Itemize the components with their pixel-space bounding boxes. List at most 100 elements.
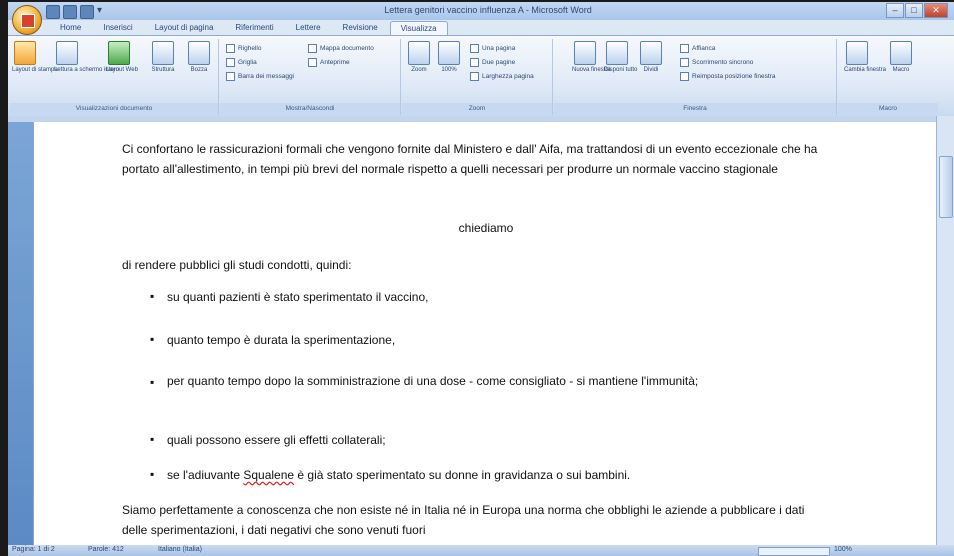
group-label: Finestra: [554, 103, 836, 114]
list-item: per quanto tempo dopo la somministrazion…: [167, 374, 699, 388]
ribbon-tabs: Home Inserisci Layout di pagina Riferime…: [50, 21, 448, 35]
draft-icon: [188, 41, 210, 65]
tab-view[interactable]: Visualizza: [389, 21, 448, 35]
paragraph-conclusion: Siamo perfettamente a conoscenza che non…: [122, 503, 805, 537]
list-item-text: se l'adiuvante: [167, 468, 244, 482]
outline-button[interactable]: Struttura: [150, 41, 176, 74]
tab-page-layout[interactable]: Layout di pagina: [145, 21, 224, 35]
bullet-icon: ▪: [150, 432, 155, 446]
minimize-button[interactable]: –: [886, 3, 904, 18]
zoom-slider[interactable]: [758, 547, 830, 556]
language-indicator[interactable]: Italiano (Italia): [158, 546, 202, 553]
zoom-level[interactable]: 100%: [834, 546, 852, 553]
document-map-checkbox[interactable]: Mappa documento: [308, 43, 374, 53]
two-pages-icon: [470, 57, 479, 67]
web-layout-button[interactable]: Layout Web: [106, 41, 138, 74]
tab-references[interactable]: Riferimenti: [225, 21, 283, 35]
outline-icon: [152, 41, 174, 65]
group-show-hide: Righello Griglia Barra dei messaggi Mapp…: [220, 39, 401, 115]
quick-access-toolbar: ▾: [46, 5, 103, 19]
screen-frame: ▾ Lettera genitori vaccino influenza A -…: [0, 0, 954, 556]
reset-window-icon: [680, 71, 689, 81]
vertical-scrollbar[interactable]: [936, 116, 954, 545]
page-width-button[interactable]: Larghezza pagina: [470, 71, 534, 81]
paragraph-chiediamo: chiediamo: [458, 221, 514, 235]
split-button[interactable]: Dividi: [638, 41, 664, 74]
spelling-error-word[interactable]: Squalene: [243, 468, 294, 482]
checkbox-icon: [308, 57, 317, 67]
group-label: Zoom: [402, 103, 552, 114]
group-window: Nuova finestra Disponi tutto Dividi Affi…: [554, 39, 837, 115]
list-item-text: è già stato sperimentato su donne in gra…: [294, 468, 631, 482]
bullet-icon: ▪: [150, 467, 155, 481]
customize-qat-icon[interactable]: ▾: [97, 5, 103, 17]
reset-window-position-button[interactable]: Reimposta posizione finestra: [680, 71, 775, 81]
list-item: quali possono essere gli effetti collate…: [167, 433, 386, 447]
group-label: Visualizzazioni documento: [10, 103, 218, 114]
scrollbar-thumb[interactable]: [939, 156, 953, 218]
arrange-all-button[interactable]: Disponi tutto: [604, 41, 637, 74]
full-screen-reading-button[interactable]: Lettura a schermo intero: [54, 41, 119, 74]
group-macro: Cambia finestra Macro Macro: [838, 39, 938, 115]
sync-scroll-icon: [680, 57, 689, 67]
macros-button[interactable]: Macro: [888, 41, 914, 74]
title-bar: ▾ Lettera genitori vaccino influenza A -…: [8, 2, 954, 20]
one-page-icon: [470, 43, 479, 53]
window-title: Lettera genitori vaccino influenza A - M…: [384, 5, 592, 15]
checkbox-icon: [226, 71, 235, 81]
switch-windows-icon: [846, 41, 868, 65]
group-zoom: Zoom 100% Una pagina Due pagine Larghezz…: [402, 39, 553, 115]
bullet-icon: ▪: [150, 289, 155, 303]
gridlines-checkbox[interactable]: Griglia: [226, 57, 257, 67]
checkbox-icon: [308, 43, 317, 53]
word-window: ▾ Lettera genitori vaccino influenza A -…: [8, 2, 954, 556]
side-by-side-button[interactable]: Affianca: [680, 43, 715, 53]
undo-icon[interactable]: [63, 5, 77, 19]
tab-insert[interactable]: Inserisci: [93, 21, 142, 35]
bullet-icon: ▪: [150, 375, 155, 389]
group-document-views: Layout di stampa Lettura a schermo inter…: [10, 39, 219, 115]
list-item: se l'adiuvante Squalene è già stato sper…: [167, 466, 847, 484]
ribbon: Layout di stampa Lettura a schermo inter…: [8, 35, 954, 117]
new-window-button[interactable]: Nuova finestra: [572, 41, 611, 74]
synchronous-scrolling-button[interactable]: Scorrimento sincrono: [680, 57, 753, 67]
print-layout-button[interactable]: Layout di stampa: [12, 41, 58, 74]
side-by-side-icon: [680, 43, 689, 53]
maximize-button[interactable]: □: [905, 3, 923, 18]
window-controls: – □ ✕: [886, 3, 948, 18]
office-button[interactable]: [12, 5, 42, 35]
full-screen-reading-icon: [56, 41, 78, 65]
group-label: Macro: [838, 103, 938, 114]
list-item: su quanti pazienti è stato sperimentato …: [167, 290, 429, 304]
redo-icon[interactable]: [80, 5, 94, 19]
two-pages-button[interactable]: Due pagine: [470, 57, 515, 67]
message-bar-checkbox[interactable]: Barra dei messaggi: [226, 71, 294, 81]
document-page[interactable]: Ci confortano le rassicurazioni formali …: [33, 122, 939, 556]
word-count[interactable]: Parole: 412: [88, 546, 124, 553]
save-icon[interactable]: [46, 5, 60, 19]
zoom-button[interactable]: Zoom: [406, 41, 432, 74]
page-count[interactable]: Pagina: 1 di 2: [12, 546, 55, 553]
ruler-checkbox[interactable]: Righello: [226, 43, 262, 53]
bullet-icon: ▪: [150, 332, 155, 346]
draft-button[interactable]: Bozza: [186, 41, 212, 74]
group-label: Mostra/Nascondi: [220, 103, 400, 114]
macros-icon: [890, 41, 912, 65]
one-page-button[interactable]: Una pagina: [470, 43, 515, 53]
print-layout-icon: [14, 41, 36, 65]
tab-review[interactable]: Revisione: [333, 21, 388, 35]
tab-home[interactable]: Home: [50, 21, 91, 35]
page-width-icon: [470, 71, 479, 81]
checkbox-icon: [226, 43, 235, 53]
switch-windows-button[interactable]: Cambia finestra: [844, 41, 886, 74]
arrange-all-icon: [606, 41, 628, 65]
close-button[interactable]: ✕: [924, 3, 948, 18]
thumbnails-checkbox[interactable]: Anteprime: [308, 57, 350, 67]
magnifier-icon: [408, 41, 430, 65]
split-icon: [640, 41, 662, 65]
checkbox-icon: [226, 57, 235, 67]
web-layout-icon: [108, 41, 130, 65]
zoom-100-button[interactable]: 100%: [436, 41, 462, 74]
paragraph-intro: Ci confortano le rassicurazioni formali …: [122, 142, 818, 176]
tab-mailings[interactable]: Lettere: [286, 21, 331, 35]
